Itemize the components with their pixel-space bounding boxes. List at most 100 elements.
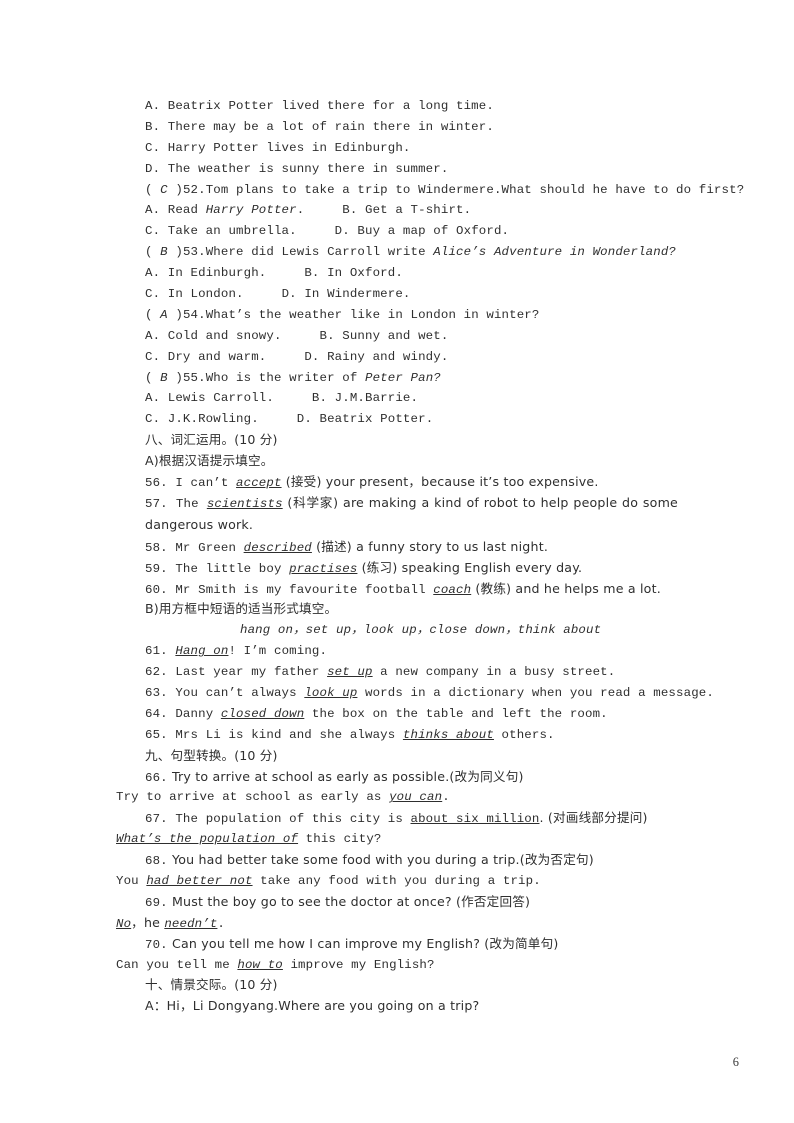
item-number-60: 60. [145,582,168,597]
option-b-55: B. J.M.Barrie. [311,391,419,406]
item-answer-58: described [243,540,312,555]
option-line-52-cd: C. Take an umbrella. D. Buy a map of Oxf… [116,221,678,242]
transform-prompt-68: 68. You had better take some food with y… [116,850,678,871]
dialogue-text: A：Hi，Li Dongyang.Where are you going on … [145,998,480,1014]
question-number-55: 55. [182,370,206,385]
section-eight-part-a-heading: A)根据汉语提示填空。 [145,453,274,469]
page-body-column: A. Beatrix Potter lived there for a long… [116,96,745,1017]
item-answer-69-a: No [116,916,132,931]
answer-before-70: Can you tell me [116,957,238,972]
answer-key-55: B [160,370,168,385]
phrase-item-61: 61. Hang on! I’m coming. [116,641,678,662]
question-number-53: 53. [182,245,206,260]
item-answer-70: how to [237,957,283,972]
item-number-62: 62. [145,665,168,680]
item-after-61: ! I’m coming. [228,644,328,659]
item-after-60: (教练) and he helps me a lot. [471,580,661,596]
item-number-68: 68. [145,854,168,869]
option-a-53: A. In Edinburgh. [145,266,267,281]
exam-page: A. Beatrix Potter lived there for a long… [0,0,794,1123]
answer-after-69: . [217,916,226,931]
item-prompt-68: You had better take some food with you d… [167,852,594,868]
item-number-66: 66. [145,770,168,785]
item-number-64: 64. [145,706,168,721]
item-prompt-70: Can you tell me how I can improve my Eng… [167,935,559,951]
transform-prompt-66: 66. Try to arrive at school as early as … [116,767,678,788]
option-d-53: D. In Windermere. [281,287,411,302]
item-answer-66: you can [389,790,443,805]
option-line-55-ab: A. Lewis Carroll. B. J.M.Barrie. [116,388,678,409]
item-answer-57: scientists [206,496,283,511]
item-number-67: 67. [145,812,168,827]
transform-answer-67: What’s the population of this city? [116,829,678,850]
option-line-53-ab: A. In Edinburgh. B. In Oxford. [116,263,678,284]
fill-item-60: 60. Mr Smith is my favourite football co… [116,579,678,600]
option-line: B. There may be a lot of rain there in w… [145,119,494,134]
answer-after-67: this city? [298,832,382,847]
option-a-55: A. Lewis Carroll. [145,391,274,406]
phrase-item-62: 62. Last year my father set up a new com… [116,662,678,683]
fill-item-59: 59. The little boy practises (练习) speaki… [116,558,678,579]
option-a-54: A. Cold and snowy. [145,328,282,343]
item-number-56: 56. [145,476,168,491]
item-before-58: Mr Green [167,540,244,555]
option-a-52-title: Harry Potter [205,203,297,218]
transform-prompt-69: 69. Must the boy go to see the doctor at… [116,892,678,913]
phrase-item-65: 65. Mrs Li is kind and she always thinks… [116,725,678,746]
answer-after-70: improve my English? [282,957,435,972]
item-before-57: The [167,496,207,511]
option-line: D. The weather is sunny there in summer. [145,161,449,176]
question-text-52: Tom plans to take a trip to Windermere.W… [205,182,745,197]
option-line: C. Harry Potter lives in Edinburgh. [145,140,411,155]
answer-before-68: You [116,873,147,888]
item-answer-61: Hang on [175,644,229,659]
answer-after-68: take any food with you during a trip. [252,873,541,888]
question-text-54: What’s the weather like in London in win… [205,307,540,322]
item-number-69: 69. [145,895,168,910]
answer-after-66: . [442,790,450,805]
section-nine-heading: 九、句型转换。(10 分) [145,747,278,763]
phrase-box: hang on，set up，look up，close down，think … [240,623,602,638]
transform-prompt-70: 70. Can you tell me how I can improve my… [116,934,678,955]
transform-answer-69: No，he needn’t. [116,913,678,934]
option-line-53-cd: C. In London. D. In Windermere. [116,284,678,305]
option-b-54: B. Sunny and wet. [319,328,449,343]
question-text-55: Who is the writer of [205,370,366,385]
item-answer-56: accept [236,476,282,491]
fill-item-58: 58. Mr Green described (描述) a funny stor… [116,537,678,558]
question-text-53: Where did Lewis Carroll write [205,245,434,260]
option-line-54-cd: C. Dry and warm. D. Rainy and windy. [116,347,678,368]
item-after-56: (接受) your present，because it’s too expen… [281,474,599,490]
question-stem-52: ( C )52.Tom plans to take a trip to Wind… [145,182,745,197]
item-prompt-after-67: . (对画线部分提问) [539,810,648,826]
item-after-65: others. [493,727,555,742]
item-before-62: Last year my father [167,665,328,680]
question-number-54: 54. [182,307,206,322]
answer-key-52: C [160,182,168,197]
item-prompt-66: Try to arrive at school as early as poss… [167,768,524,784]
option-c-53: C. In London. [145,287,244,302]
item-before-64: Danny [167,706,221,721]
item-after-63: words in a dictionary when you read a me… [357,685,714,700]
item-after-64: the box on the table and left the room. [304,706,608,721]
question-title-55: Peter Pan? [365,370,441,385]
item-answer-65: thinks about [402,727,494,742]
option-line-55-cd: C. J.K.Rowling. D. Beatrix Potter. [116,409,678,430]
option-line-54-ab: A. Cold and snowy. B. Sunny and wet. [116,326,678,347]
fill-item-57: 57. The scientists (科学家) are making a ki… [116,493,678,537]
answer-key-54: A [160,307,168,322]
option-a-52: A. Read [145,203,206,218]
item-after-58: (描述) a funny story to us last night. [311,538,549,554]
item-before-63: You can’t always [167,685,305,700]
item-prompt-underline-67: about six million [410,812,540,827]
transform-answer-66: Try to arrive at school as early as you … [116,787,678,808]
question-stem-55: ( B )55.Who is the writer of Peter Pan? [145,370,441,385]
option-c-52: C. Take an umbrella. [145,224,297,239]
option-c-55: C. J.K.Rowling. [145,412,259,427]
phrase-item-63: 63. You can’t always look up words in a … [116,683,714,704]
item-answer-68: had better not [146,873,253,888]
item-number-57: 57. [145,496,168,511]
option-a-52-tail: . [296,203,305,218]
option-c-54: C. Dry and warm. [145,349,267,364]
item-answer-69-b: needn’t [164,916,218,931]
